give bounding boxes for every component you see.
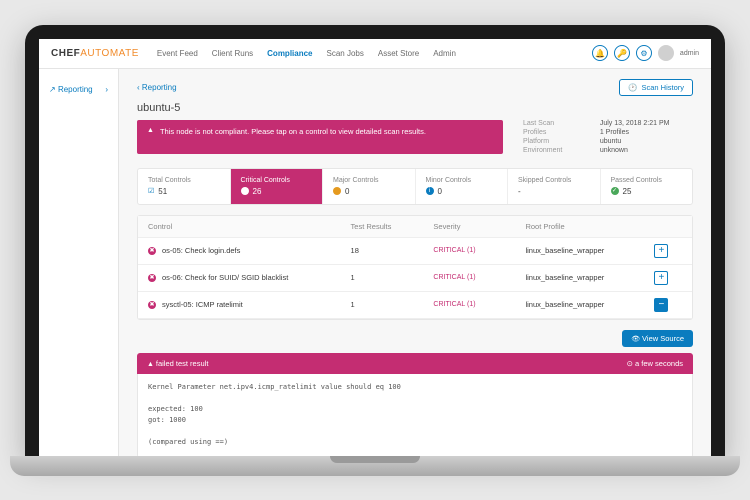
clock-icon: 🕑 (628, 83, 637, 92)
fail-dot-icon: ✖ (148, 247, 156, 255)
list-icon: ☑ (148, 187, 154, 195)
table-row[interactable]: ✖sysctl-05: ICMP ratelimit 1 CRITICAL (1… (138, 292, 692, 319)
table-row[interactable]: ✖os-05: Check login.defs 18 CRITICAL (1)… (138, 238, 692, 265)
chevron-right-icon: › (105, 85, 108, 94)
meta-last-scan-val: July 13, 2018 2:21 PM (600, 120, 693, 127)
sidebar-item-label: Reporting (58, 85, 93, 94)
stat-skipped[interactable]: Skipped Controls - (508, 169, 601, 204)
laptop-base (10, 456, 740, 476)
view-source-label: View Source (642, 334, 684, 343)
critical-dot-icon: ✖ (241, 187, 249, 195)
nav-event-feed[interactable]: Event Feed (157, 49, 198, 58)
stat-critical[interactable]: Critical Controls ✖26 (231, 169, 324, 204)
failed-test-body: Kernel Parameter net.ipv4.icmp_ratelimit… (137, 374, 693, 457)
key-icon[interactable]: 🔑 (614, 45, 630, 61)
nav-client-runs[interactable]: Client Runs (212, 49, 253, 58)
minor-dot-icon: i (426, 187, 434, 195)
meta-profiles-key: Profiles (523, 129, 586, 136)
col-control: Control (148, 222, 351, 231)
bell-icon[interactable]: 🔔 (592, 45, 608, 61)
fail-dot-icon: ✖ (148, 301, 156, 309)
main-panel: Reporting 🕑 Scan History ubuntu-5 This n… (119, 69, 711, 457)
failed-test-panel: failed test result ⊙ a few seconds Kerne… (137, 353, 693, 457)
view-source-button[interactable]: View Source (622, 330, 693, 347)
noncompliant-alert: This node is not compliant. Please tap o… (137, 120, 503, 154)
brand: CHEFAUTOMATE (51, 48, 139, 59)
expand-button[interactable]: + (654, 244, 668, 258)
topbar: CHEFAUTOMATE Event Feed Client Runs Comp… (39, 39, 711, 69)
main-nav: Event Feed Client Runs Compliance Scan J… (157, 49, 456, 58)
meta-platform-key: Platform (523, 138, 586, 145)
scan-history-button[interactable]: 🕑 Scan History (619, 79, 693, 96)
failed-test-age: ⊙ a few seconds (627, 359, 683, 368)
meta-env-val: unknown (600, 147, 693, 154)
stat-major[interactable]: Major Controls 0 (323, 169, 416, 204)
alert-text: This node is not compliant. Please tap o… (160, 127, 426, 147)
user-label: admin (680, 50, 699, 57)
stat-passed[interactable]: Passed Controls ✓25 (601, 169, 693, 204)
col-root: Root Profile (525, 222, 654, 231)
expand-button[interactable]: + (654, 271, 668, 285)
brand-automate: AUTOMATE (80, 48, 139, 59)
collapse-button[interactable]: − (654, 298, 668, 312)
page-title: ubuntu-5 (137, 102, 693, 114)
avatar[interactable] (658, 45, 674, 61)
failed-test-title: failed test result (147, 359, 208, 368)
breadcrumb[interactable]: Reporting (137, 83, 177, 92)
node-meta: Last Scan July 13, 2018 2:21 PM Profiles 1… (523, 120, 693, 154)
severity-badge: CRITICAL (1) (433, 247, 525, 254)
controls-table: Control Test Results Severity Root Profi… (137, 215, 693, 320)
passed-dot-icon: ✓ (611, 187, 619, 195)
severity-badge: CRITICAL (1) (433, 274, 525, 281)
stat-minor[interactable]: Minor Controls i0 (416, 169, 509, 204)
fail-dot-icon: ✖ (148, 274, 156, 282)
settings-icon[interactable]: ⚙ (636, 45, 652, 61)
brand-chef: CHEF (51, 48, 80, 59)
meta-env-key: Environment (523, 147, 586, 154)
meta-last-scan-key: Last Scan (523, 120, 586, 127)
nav-scan-jobs[interactable]: Scan Jobs (327, 49, 364, 58)
topbar-right: 🔔 🔑 ⚙ admin (592, 45, 699, 61)
nav-admin[interactable]: Admin (433, 49, 456, 58)
meta-platform-val: ubuntu (600, 138, 693, 145)
sidebar-item-reporting[interactable]: ↗ Reporting › (39, 79, 118, 100)
col-severity: Severity (433, 222, 525, 231)
severity-badge: CRITICAL (1) (433, 301, 525, 308)
major-dot-icon (333, 187, 341, 195)
nav-compliance[interactable]: Compliance (267, 49, 312, 58)
control-stats: Total Controls ☑51 Critical Controls ✖26… (137, 168, 693, 205)
sidebar: ↗ Reporting › (39, 69, 119, 457)
nav-asset-store[interactable]: Asset Store (378, 49, 419, 58)
stat-total[interactable]: Total Controls ☑51 (138, 169, 231, 204)
table-header: Control Test Results Severity Root Profi… (138, 216, 692, 238)
scan-history-label: Scan History (641, 83, 684, 92)
col-test: Test Results (351, 222, 434, 231)
meta-profiles-val: 1 Profiles (600, 129, 693, 136)
table-row[interactable]: ✖os-06: Check for SUID/ SGID blacklist 1… (138, 265, 692, 292)
